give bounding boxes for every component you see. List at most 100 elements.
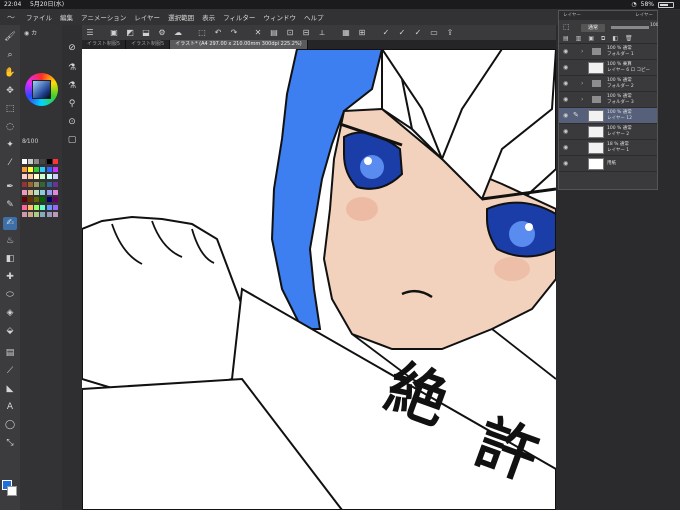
sub-view-icon[interactable]: ⚗ bbox=[65, 62, 79, 75]
new-folder-icon[interactable]: ▣ bbox=[588, 35, 594, 43]
menu-animation[interactable]: アニメーション bbox=[77, 12, 130, 22]
balloon-icon[interactable]: ◯ bbox=[3, 419, 17, 432]
export-icon[interactable]: ⇪ bbox=[442, 26, 458, 39]
hand-icon[interactable]: ✋ bbox=[3, 67, 17, 80]
tab-document-1[interactable]: イラスト制服5 bbox=[82, 40, 127, 49]
decoration-icon[interactable]: ✚ bbox=[3, 271, 17, 284]
background-color-swatch[interactable] bbox=[7, 486, 17, 496]
brush-active-icon[interactable]: ✍ bbox=[3, 217, 17, 230]
menu-view[interactable]: 表示 bbox=[198, 12, 219, 22]
cloud-icon[interactable]: ☁ bbox=[170, 26, 186, 39]
tab-document-active[interactable]: イラスト* (A4 297.00 x 210.00mm 300dpi 225.2… bbox=[170, 40, 308, 49]
image-icon[interactable]: ▭ bbox=[426, 26, 442, 39]
layer-lock-icon[interactable]: ⬚ bbox=[563, 23, 570, 31]
layer-row-selected[interactable]: ◉ ✎ 100 % 通常 レイヤー 12 bbox=[559, 108, 657, 124]
selection-icon[interactable]: ⊡ bbox=[282, 26, 298, 39]
delete-layer-icon[interactable]: 🗑 bbox=[625, 35, 633, 43]
fill-icon[interactable]: ◈ bbox=[3, 307, 17, 320]
visibility-eye-icon[interactable]: ◉ bbox=[563, 160, 568, 167]
invert-icon[interactable]: ⊟ bbox=[298, 26, 314, 39]
layer-property-tab[interactable]: レイヤー bbox=[635, 11, 653, 20]
transform-icon[interactable]: ⬚ bbox=[194, 26, 210, 39]
settings-icon[interactable]: ⚙ bbox=[154, 26, 170, 39]
app-logo-icon[interactable]: 〜 bbox=[0, 12, 22, 23]
history-icon[interactable]: ▢ bbox=[65, 134, 79, 147]
frame-icon[interactable]: ◣ bbox=[3, 383, 17, 396]
chevron-right-icon[interactable]: › bbox=[581, 96, 583, 103]
visibility-eye-icon[interactable]: ◉ bbox=[563, 64, 568, 71]
check-icon[interactable]: ✓ bbox=[394, 26, 410, 39]
layer-row-paper[interactable]: ◉ 用紙 bbox=[559, 156, 657, 172]
text-icon[interactable]: A bbox=[3, 401, 17, 414]
color-set-palette[interactable] bbox=[22, 159, 58, 219]
new-raster-layer-icon[interactable]: ▤ bbox=[563, 35, 569, 43]
correct-line-icon[interactable]: ⤡ bbox=[3, 437, 17, 450]
menu-layer[interactable]: レイヤー bbox=[130, 12, 164, 22]
pencil-icon[interactable]: ✎ bbox=[3, 199, 17, 212]
grid-icon[interactable]: ▦ bbox=[338, 26, 354, 39]
select-icon[interactable]: ⬚ bbox=[3, 103, 17, 116]
visibility-eye-icon[interactable]: ◉ bbox=[563, 128, 568, 135]
visibility-eye-icon[interactable]: ◉ bbox=[563, 112, 568, 119]
menu-filter[interactable]: フィルター bbox=[219, 12, 259, 22]
blend-mode-select[interactable]: 通常 bbox=[581, 24, 605, 32]
menu-edit[interactable]: 編集 bbox=[56, 12, 77, 22]
mask-icon[interactable]: ◧ bbox=[612, 35, 618, 43]
pen-icon[interactable]: ✒ bbox=[3, 181, 17, 194]
menu-file[interactable]: ファイル bbox=[22, 12, 56, 22]
save-icon[interactable]: ⬓ bbox=[138, 26, 154, 39]
navigator-icon[interactable]: ⊘ bbox=[65, 42, 79, 55]
drawing-canvas[interactable]: 絶 許 bbox=[82, 49, 556, 510]
visibility-eye-icon[interactable]: ◉ bbox=[563, 144, 568, 151]
zoom-icon[interactable]: ⌕ bbox=[3, 49, 17, 62]
bucket-icon[interactable]: ⬙ bbox=[3, 325, 17, 338]
color-square[interactable] bbox=[32, 80, 51, 99]
brush-tool-icon[interactable]: 🖌 bbox=[3, 31, 17, 44]
merge-icon[interactable]: ⧉ bbox=[601, 35, 605, 43]
camera-icon[interactable]: ⊙ bbox=[65, 116, 79, 129]
tab-document-2[interactable]: イラスト制服5 bbox=[126, 40, 171, 49]
blend-icon[interactable]: ⬭ bbox=[3, 289, 17, 302]
material-icon[interactable]: ⚗ bbox=[65, 80, 79, 93]
clear-icon[interactable]: ✕ bbox=[250, 26, 266, 39]
menu-help[interactable]: ヘルプ bbox=[300, 12, 328, 22]
undo-icon[interactable]: ↶ bbox=[210, 26, 226, 39]
visibility-eye-icon[interactable]: ◉ bbox=[563, 96, 568, 103]
menu-icon[interactable]: ☰ bbox=[82, 26, 98, 39]
figure-icon[interactable]: ⟋ bbox=[3, 365, 17, 378]
menu-window[interactable]: ウィンドウ bbox=[259, 12, 300, 22]
lasso-icon[interactable]: ◌ bbox=[3, 121, 17, 134]
move-icon[interactable]: ✥ bbox=[3, 85, 17, 98]
folder-icon bbox=[592, 48, 601, 55]
eraser-icon[interactable]: ◧ bbox=[3, 253, 17, 266]
new-icon[interactable]: ▣ bbox=[106, 26, 122, 39]
check-icon[interactable]: ✓ bbox=[378, 26, 394, 39]
open-icon[interactable]: ◩ bbox=[122, 26, 138, 39]
new-vector-layer-icon[interactable]: ▥ bbox=[576, 35, 582, 43]
airbrush-icon[interactable]: ♨ bbox=[3, 235, 17, 248]
opacity-slider[interactable] bbox=[611, 26, 649, 29]
redo-icon[interactable]: ↷ bbox=[226, 26, 242, 39]
check-icon[interactable]: ✓ bbox=[410, 26, 426, 39]
layer-row[interactable]: ◉ › 100 % 通常 フォルダー 1 bbox=[559, 44, 657, 60]
visibility-eye-icon[interactable]: ◉ bbox=[563, 48, 568, 55]
layer-panel-tab[interactable]: レイヤー bbox=[563, 11, 581, 20]
fill-selection-icon[interactable]: ▤ bbox=[266, 26, 282, 39]
visibility-eye-icon[interactable]: ◉ bbox=[563, 80, 568, 87]
chevron-right-icon[interactable]: › bbox=[581, 80, 583, 87]
sub-tool-header-icon[interactable]: ◉ カ bbox=[24, 28, 37, 37]
gradient-icon[interactable]: ▤ bbox=[3, 347, 17, 360]
menu-selection[interactable]: 選択範囲 bbox=[164, 12, 198, 22]
layer-row[interactable]: ◉ › 100 % 通常 フォルダー 3 bbox=[559, 92, 657, 108]
color-wheel[interactable] bbox=[25, 73, 58, 106]
layer-row[interactable]: ◉ 100 % 乗算 レイヤー 6 ロ コピー bbox=[559, 60, 657, 76]
crop-icon[interactable]: ⟂ bbox=[314, 26, 330, 39]
eyedropper-icon[interactable]: ⁄ bbox=[3, 157, 17, 170]
layer-row[interactable]: ◉ 18 % 通常 レイヤー 1 bbox=[559, 140, 657, 156]
info-icon[interactable]: ⚲ bbox=[65, 98, 79, 111]
ruler-icon[interactable]: ⊞ bbox=[354, 26, 370, 39]
wand-icon[interactable]: ✦ bbox=[3, 139, 17, 152]
layer-row[interactable]: ◉ 100 % 通常 レイヤー 2 bbox=[559, 124, 657, 140]
layer-row[interactable]: ◉ › 100 % 通常 フォルダー 2 bbox=[559, 76, 657, 92]
chevron-right-icon[interactable]: › bbox=[581, 48, 583, 55]
